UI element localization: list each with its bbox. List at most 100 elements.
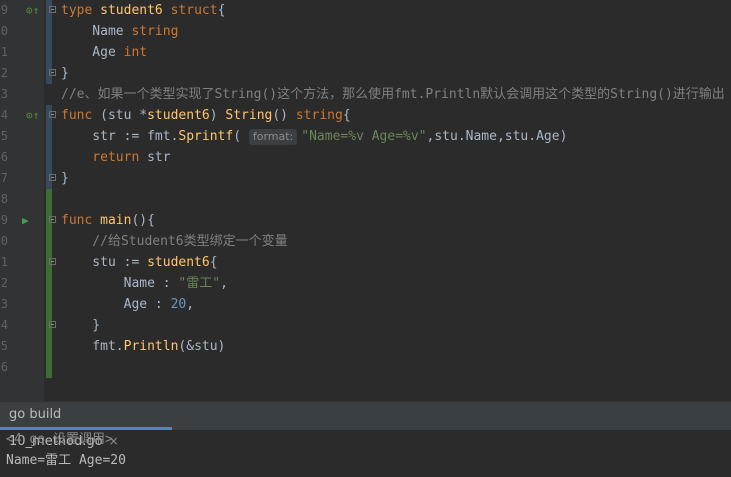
code-token: Sprintf [178,129,234,144]
code-token: int [123,45,148,60]
code-text: } [61,168,69,189]
line-number: 1 [0,255,8,269]
code-token: str := fmt. [61,129,179,144]
code-token: //e、如果一个类型实现了String()这个方法，那么使用fmt.Printl… [61,87,725,102]
code-token: Age [61,45,124,60]
fold-icon[interactable] [49,174,56,181]
code-token: () [272,108,296,123]
code-token: } [61,318,101,333]
code-line[interactable]: 6 [0,357,731,378]
code-line[interactable]: 6 return str [0,147,731,168]
line-number: 3 [0,87,8,101]
run-tool-window: go build 10_method.go × <4 go 设置调用> Name=… [0,401,731,477]
run-tab[interactable]: go build 10_method.go × [0,402,172,449]
code-text: } [61,63,69,84]
code-token: struct [170,3,218,18]
code-line[interactable]: 2} [0,63,731,84]
implements-icon[interactable]: ⊙↑ [26,0,39,21]
code-text: } [61,315,100,336]
fold-icon[interactable] [49,69,56,76]
code-token: , [186,297,195,312]
code-token: stu [107,108,140,123]
line-number: 5 [0,129,8,143]
code-line[interactable]: 8 [0,189,731,210]
code-token: ( [233,129,249,144]
code-line[interactable]: 3 //e、如果一个类型实现了String()这个方法，那么使用fmt.Print… [0,84,731,105]
line-number: 2 [0,276,8,290]
code-text: stu := student6{ [61,252,218,273]
code-token: { [217,3,226,18]
code-token: } [61,171,69,186]
code-text: Age int [61,42,147,63]
code-token: * [139,108,148,123]
code-line[interactable]: 9 ▶ func main(){ [0,210,731,231]
line-number: 4 [0,108,8,122]
line-number: 4 [0,318,8,332]
fold-icon[interactable] [49,321,56,328]
line-number: 6 [0,150,8,164]
code-token: (){ [131,213,155,228]
code-text: //给Student6类型绑定一个变量 [61,231,288,252]
code-token: return [61,150,148,165]
code-token: Println [123,339,179,354]
line-number: 9 [0,3,8,17]
fold-icon[interactable] [49,6,56,13]
line-number: 7 [0,171,8,185]
line-number: 5 [0,339,8,353]
code-line[interactable]: 4 } [0,315,731,336]
code-line[interactable]: 1 Age int [0,42,731,63]
code-token: func [61,213,101,228]
code-line[interactable]: 3 Age : 20, [0,294,731,315]
code-text: func main(){ [61,210,155,231]
fold-icon[interactable] [49,216,56,223]
code-token: type [61,3,101,18]
code-editor[interactable]: 9 ⊙↑ type student6 struct{0 Name string 1 A… [0,0,731,401]
code-token: ( [100,108,108,123]
code-token: //给Student6类型绑定一个变量 [61,234,288,249]
code-token: func [61,108,101,123]
line-number: 0 [0,234,8,248]
code-line[interactable]: 5 fmt.Println(&stu) [0,336,731,357]
code-text: //e、如果一个类型实现了String()这个方法，那么使用fmt.Printl… [61,84,725,105]
fold-icon[interactable] [49,111,56,118]
code-line[interactable]: 0 Name string [0,21,731,42]
code-line[interactable]: 1 stu := student6{ [0,252,731,273]
code-token: String [225,108,273,123]
code-line[interactable]: 5 str := fmt.Sprintf( format: "Name=%v Ag… [0,126,731,147]
code-text: fmt.Println(&stu) [61,336,225,357]
code-line[interactable]: 0 //给Student6类型绑定一个变量 [0,231,731,252]
code-token: string [295,108,343,123]
code-token: string [131,24,179,39]
code-token: , [220,276,228,291]
code-line[interactable]: 2 Name : "雷工", [0,273,731,294]
code-line[interactable]: 9 ⊙↑ type student6 struct{ [0,0,731,21]
code-line[interactable]: 4 ⊙↑ func (stu *student6) String() string{ [0,105,731,126]
code-text: Name string [61,21,178,42]
line-number: 0 [0,24,8,38]
code-token: student6 [100,3,171,18]
run-tab-bar: go build 10_method.go × [0,401,731,449]
code-text: Name : "雷工", [61,273,228,294]
fold-icon[interactable] [49,258,56,265]
code-token: ) [209,108,226,123]
line-number: 1 [0,45,8,59]
code-text: type student6 struct{ [61,0,225,21]
line-number: 9 [0,213,8,227]
code-token: "Name=%v Age=%v" [301,129,427,144]
code-text: Age : 20, [61,294,194,315]
code-token: student6 [147,255,210,270]
line-number: 6 [0,360,8,374]
code-token: ,stu.Name,stu.Age) [426,129,568,144]
console-output-line: <4 go 设置调用> [6,432,113,447]
implements-icon[interactable]: ⊙↑ [26,105,39,126]
parameter-hint: format: [248,129,298,145]
code-token: str [147,150,171,165]
run-icon[interactable]: ▶ [22,210,29,231]
line-number: 3 [0,297,8,311]
code-token: { [342,108,351,123]
code-token: "雷工" [178,276,221,291]
code-token: { [209,255,218,270]
code-line[interactable]: 7} [0,168,731,189]
code-text: str := fmt.Sprintf( format: "Name=%v Age=… [61,126,567,147]
line-number: 8 [0,192,8,206]
